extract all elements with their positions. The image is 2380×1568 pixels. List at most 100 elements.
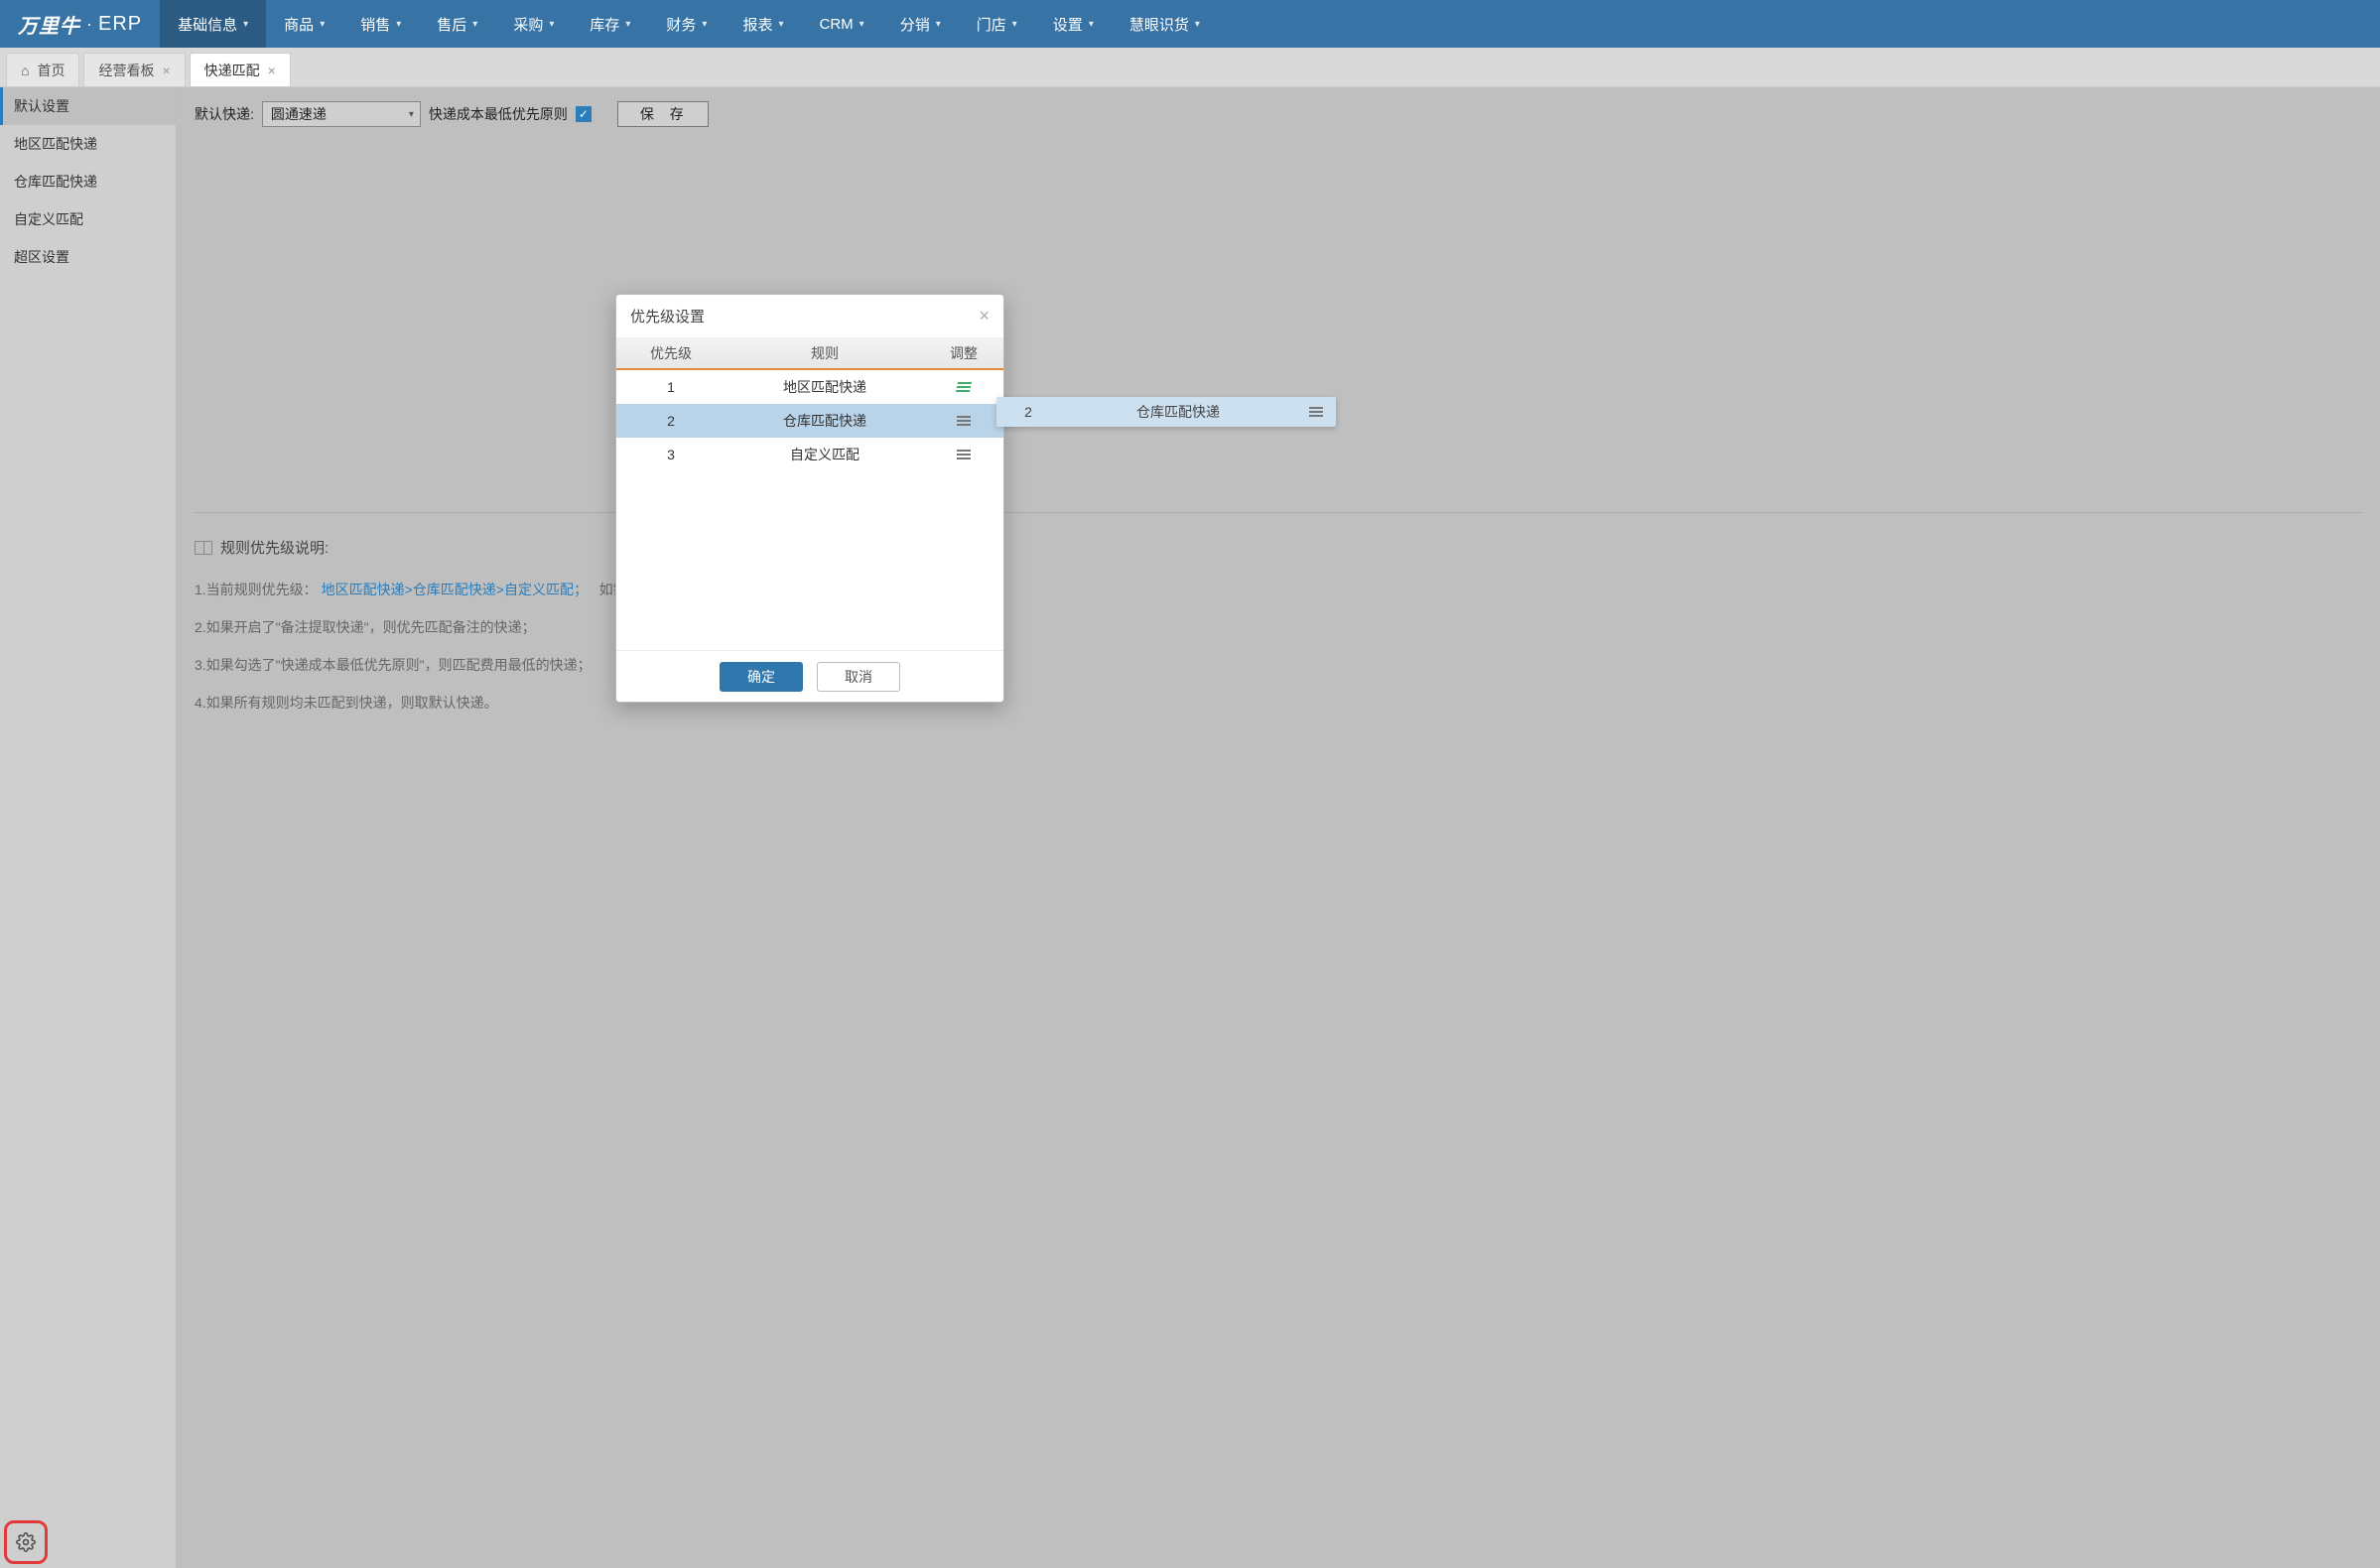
brand-erp: ERP bbox=[98, 13, 142, 36]
cell-rule: 仓库匹配快递 bbox=[726, 411, 924, 431]
modal-footer: 确定 取消 bbox=[616, 650, 1003, 702]
col-rule: 规则 bbox=[726, 338, 924, 368]
sidebar-item-label: 超区设置 bbox=[14, 247, 69, 267]
modal-close-button[interactable]: × bbox=[979, 306, 990, 327]
nav-item-basic[interactable]: 基础信息▾ bbox=[160, 0, 266, 48]
modal-spacer bbox=[616, 471, 1003, 650]
cancel-label: 取消 bbox=[845, 667, 872, 687]
nav-item-aftersale[interactable]: 售后 ▾ bbox=[419, 0, 495, 48]
sidebar-item-label: 仓库匹配快递 bbox=[14, 172, 97, 192]
nav-item-distribution[interactable]: 分销▾ bbox=[882, 0, 959, 48]
table-row[interactable]: 1 地区匹配快递 bbox=[616, 370, 1003, 404]
modal-title: 优先级设置 bbox=[630, 306, 705, 327]
drag-ghost-row: 2 仓库匹配快递 bbox=[996, 397, 1336, 427]
modal-rows: 1 地区匹配快递 2 仓库匹配快递 3 自定义匹配 bbox=[616, 370, 1003, 471]
rule-1-sep: > bbox=[496, 582, 504, 597]
settings-gear-button[interactable] bbox=[4, 1520, 48, 1564]
save-button[interactable]: 保 存 bbox=[617, 101, 709, 127]
nav-item-stock[interactable]: 库存▾ bbox=[572, 0, 648, 48]
brand-sep: · bbox=[86, 14, 92, 35]
chevron-down-icon: ▾ bbox=[1195, 19, 1200, 30]
modal-table-header: 优先级 规则 调整 bbox=[616, 338, 1003, 370]
table-row[interactable]: 2 仓库匹配快递 bbox=[616, 404, 1003, 438]
close-icon[interactable]: × bbox=[162, 63, 170, 78]
rules-title: 规则优先级说明: bbox=[195, 537, 2362, 558]
nav-item-crm[interactable]: CRM ▾ bbox=[802, 0, 882, 48]
cell-prio: 2 bbox=[616, 413, 726, 429]
ghost-adj bbox=[1296, 407, 1336, 417]
rule-1-link-1[interactable]: 地区匹配快递 bbox=[322, 582, 405, 597]
brand-logo: 万里牛 bbox=[18, 10, 80, 39]
rules-panel: 规则优先级说明: 1.当前规则优先级： 地区匹配快递>仓库匹配快递>自定义匹配；… bbox=[195, 512, 2362, 730]
select-value: 圆通速递 bbox=[271, 104, 327, 124]
sidebar-item-label: 自定义匹配 bbox=[14, 209, 83, 229]
content: 默认快递: 圆通速递 ▾ 快递成本最低优先原则 ✓ 保 存 规则优先级说明: 1… bbox=[177, 87, 2380, 1568]
save-label: 保 存 bbox=[640, 104, 690, 124]
drag-handle-icon[interactable] bbox=[1309, 407, 1323, 417]
chevron-down-icon: ▾ bbox=[396, 19, 401, 30]
sidebar-item-label: 地区匹配快递 bbox=[14, 134, 97, 154]
nav-label: 售后 bbox=[437, 14, 466, 35]
sidebar-item-default[interactable]: 默认设置 bbox=[0, 87, 176, 125]
tab-express-match[interactable]: 快递匹配 × bbox=[190, 53, 291, 86]
drag-handle-icon[interactable] bbox=[957, 450, 971, 459]
tab-dashboard[interactable]: 经营看板 × bbox=[83, 53, 185, 86]
close-icon[interactable]: × bbox=[268, 63, 276, 78]
chevron-down-icon: ▾ bbox=[859, 19, 864, 30]
ghost-prio: 2 bbox=[996, 404, 1060, 420]
rule-line-3: 3.如果勾选了"快递成本最低优先原则"，则匹配费用最低的快递； bbox=[195, 655, 2362, 675]
ok-button[interactable]: 确定 bbox=[720, 662, 803, 692]
chevron-down-icon: ▾ bbox=[472, 19, 477, 30]
default-express-label: 默认快递: bbox=[195, 104, 254, 124]
rule-1-link-2[interactable]: 仓库匹配快递 bbox=[413, 582, 496, 597]
sidebar-item-warehouse[interactable]: 仓库匹配快递 bbox=[0, 163, 176, 200]
cell-adj bbox=[924, 450, 1003, 459]
table-row[interactable]: 3 自定义匹配 bbox=[616, 438, 1003, 471]
col-priority: 优先级 bbox=[616, 338, 726, 368]
brand: 万里牛 · ERP bbox=[0, 0, 160, 48]
drag-handle-icon[interactable] bbox=[957, 416, 971, 426]
nav-item-purchase[interactable]: 采购▾ bbox=[495, 0, 572, 48]
nav-label: 门店 bbox=[977, 14, 1006, 35]
tab-label: 经营看板 bbox=[98, 61, 154, 80]
default-express-row: 默认快递: 圆通速递 ▾ 快递成本最低优先原则 ✓ 保 存 bbox=[195, 101, 2362, 127]
nav-item-store[interactable]: 门店 ▾ bbox=[959, 0, 1035, 48]
cancel-button[interactable]: 取消 bbox=[817, 662, 900, 692]
page-tabs: ⌂ 首页 经营看板 × 快递匹配 × bbox=[0, 48, 2380, 87]
nav-item-report[interactable]: 报表▾ bbox=[725, 0, 801, 48]
cell-adj bbox=[924, 382, 1003, 392]
drag-handle-icon[interactable] bbox=[956, 382, 972, 392]
chevron-down-icon: ▾ bbox=[936, 19, 941, 30]
tab-label: 快递匹配 bbox=[204, 61, 260, 80]
nav-label: CRM bbox=[820, 16, 854, 33]
nav-item-goods[interactable]: 商品 ▾ bbox=[266, 0, 342, 48]
sidebar-item-overzone[interactable]: 超区设置 bbox=[0, 238, 176, 276]
tab-home[interactable]: ⌂ 首页 bbox=[6, 53, 79, 86]
cell-prio: 3 bbox=[616, 447, 726, 462]
nav-label: 商品 bbox=[284, 14, 314, 35]
cost-first-checkbox[interactable]: ✓ bbox=[576, 106, 592, 122]
nav-item-sales[interactable]: 销售 ▾ bbox=[342, 0, 419, 48]
nav: 基础信息▾ 商品▾ 销售▾ 售后▾ 采购▾ 库存▾ 财务▾ 报表▾ CRM▾ 分… bbox=[160, 0, 1218, 48]
chevron-down-icon: ▾ bbox=[778, 19, 783, 30]
cell-rule: 地区匹配快递 bbox=[726, 377, 924, 397]
nav-label: 采购 bbox=[513, 14, 543, 35]
nav-label: 销售 bbox=[360, 14, 390, 35]
nav-label: 财务 bbox=[666, 14, 696, 35]
nav-item-finance[interactable]: 财务▾ bbox=[648, 0, 725, 48]
chevron-down-icon: ▾ bbox=[320, 19, 325, 30]
rule-1-link-3[interactable]: 自定义匹配 bbox=[504, 582, 574, 597]
book-icon bbox=[195, 541, 212, 555]
ghost-rule: 仓库匹配快递 bbox=[1060, 402, 1296, 422]
cell-prio: 1 bbox=[616, 379, 726, 395]
nav-label: 设置 bbox=[1053, 14, 1083, 35]
nav-item-huiyan[interactable]: 慧眼识货▾ bbox=[1112, 0, 1218, 48]
nav-item-settings[interactable]: 设置▾ bbox=[1035, 0, 1112, 48]
chevron-down-icon: ▾ bbox=[1012, 19, 1017, 30]
sidebar-item-custom[interactable]: 自定义匹配 bbox=[0, 200, 176, 238]
priority-modal: 优先级设置 × 优先级 规则 调整 1 地区匹配快递 2 仓库匹配快递 3 自定… bbox=[615, 294, 1004, 703]
default-express-select[interactable]: 圆通速递 ▾ bbox=[262, 101, 421, 127]
rule-1-sep: > bbox=[405, 582, 413, 597]
sidebar-item-region[interactable]: 地区匹配快递 bbox=[0, 125, 176, 163]
chevron-down-icon: ▾ bbox=[409, 109, 414, 120]
